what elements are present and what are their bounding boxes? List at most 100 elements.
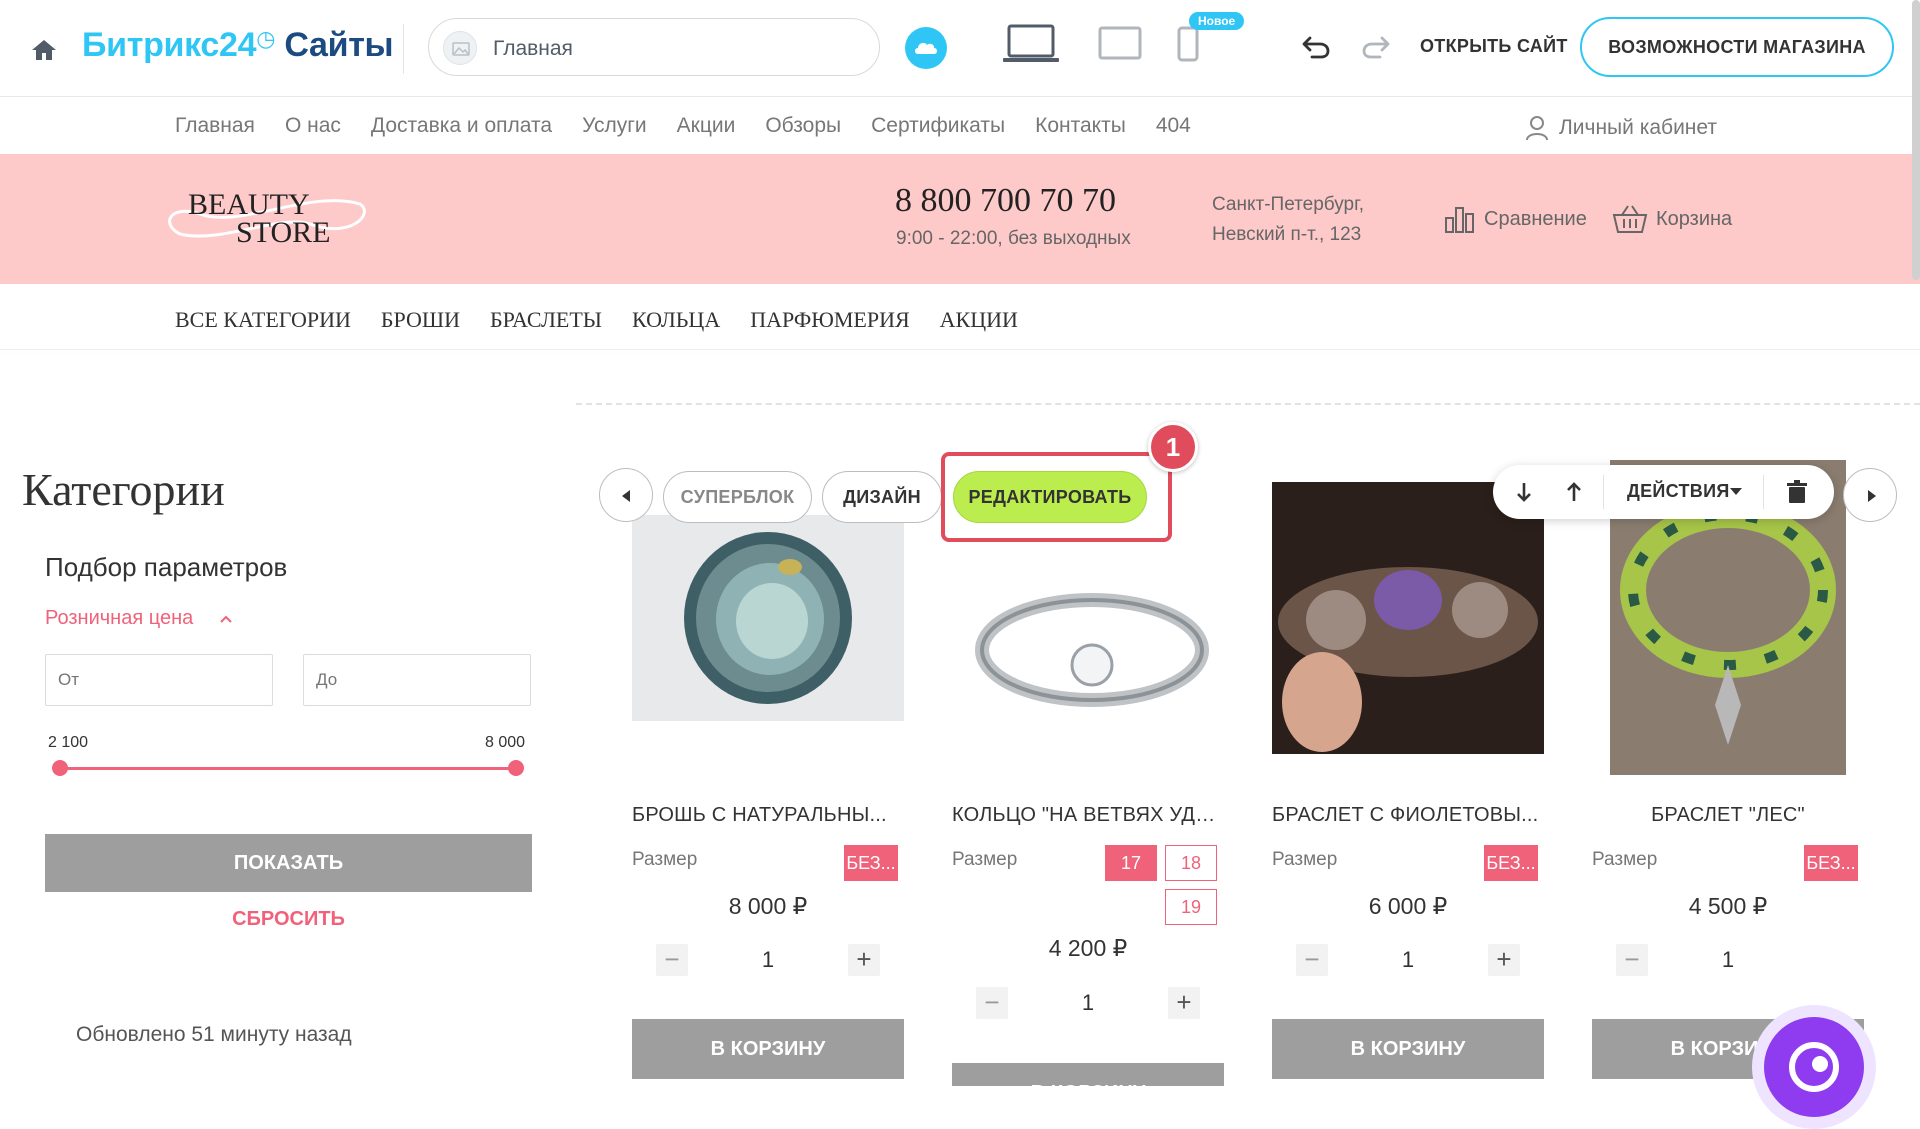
size-chip[interactable]: 19 (1165, 889, 1217, 925)
bar-chart-icon (1445, 207, 1474, 233)
phone-icon[interactable] (1177, 26, 1199, 62)
top-nav-item[interactable]: Акции (677, 114, 736, 144)
product-name[interactable]: КОЛЬЦО "НА ВЕТВЯХ УДА... (952, 804, 1224, 827)
shop-features-button[interactable]: ВОЗМОЖНОСТИ МАГАЗИНА (1580, 17, 1894, 77)
chevron-up-icon[interactable] (218, 613, 234, 625)
product-image-ring[interactable] (952, 515, 1224, 765)
cloud-icon[interactable] (905, 27, 947, 69)
cart-link[interactable]: Корзина (1612, 204, 1732, 234)
undo-icon[interactable] (1300, 30, 1332, 62)
top-nav-item[interactable]: Главная (175, 114, 255, 144)
brand-logo[interactable]: Битрикс24◷ Сайты (82, 26, 394, 65)
actions-menu-button[interactable]: ДЕЙСТВИЯ (1627, 481, 1730, 502)
actions-divider (1763, 475, 1764, 509)
compare-link[interactable]: Сравнение (1444, 204, 1587, 234)
product-price: 6 000 ₽ (1368, 893, 1448, 919)
qty-minus-button[interactable]: − (1616, 944, 1648, 976)
laptop-icon[interactable] (1002, 24, 1060, 64)
updated-status: Обновлено 51 минуту назад (76, 1023, 352, 1046)
size-chip[interactable]: 17 (1105, 845, 1157, 881)
qty-minus-button[interactable]: − (976, 987, 1008, 1019)
next-block-button[interactable] (1843, 468, 1897, 522)
store-logo[interactable]: BEAUTY STORE (160, 184, 370, 254)
category-nav-item[interactable]: БРОШИ (381, 307, 460, 333)
size-chip[interactable]: БЕЗ... (844, 845, 898, 881)
arrow-up-icon[interactable] (1561, 479, 1587, 505)
top-nav-item[interactable]: Контакты (1035, 114, 1126, 144)
qty-value[interactable]: 1 (1378, 947, 1438, 973)
user-icon (1526, 116, 1548, 141)
product-name[interactable]: БРАСЛЕТ С ФИОЛЕТОВЫ... (1272, 804, 1544, 827)
add-to-cart-button[interactable]: В КОРЗИНУ (1272, 1019, 1544, 1079)
page-thumbnail-icon (443, 31, 477, 65)
size-chip[interactable]: 18 (1165, 845, 1217, 881)
tablet-icon[interactable] (1098, 26, 1142, 60)
trash-icon[interactable] (1785, 479, 1809, 505)
caret-left-icon (622, 490, 630, 502)
categories-title: Категории (22, 464, 225, 515)
qty-value[interactable]: 1 (1698, 947, 1758, 973)
qty-minus-button[interactable]: − (1296, 944, 1328, 976)
edit-button[interactable]: РЕДАКТИРОВАТЬ (953, 471, 1147, 523)
product-image-brooch[interactable] (632, 515, 904, 721)
page-selector-label: Главная (493, 37, 573, 60)
add-to-cart-button[interactable]: В КОРЗИНУ (632, 1019, 904, 1079)
block-boundary (576, 403, 1920, 405)
store-phone[interactable]: 8 800 700 70 70 (895, 182, 1116, 220)
show-button[interactable]: ПОКАЗАТЬ (45, 834, 532, 892)
builder-toolbar: Битрикс24◷ Сайты Главная Новое ОТКРЫТЬ С… (0, 0, 1920, 97)
qty-plus-button[interactable]: + (1488, 944, 1520, 976)
address-line: Санкт-Петербург, (1212, 194, 1364, 215)
qty-value[interactable]: 1 (738, 947, 798, 973)
size-chip[interactable]: БЕЗ... (1484, 845, 1538, 881)
price-filter-label[interactable]: Розничная цена (45, 607, 193, 630)
caret-down-icon[interactable] (1729, 487, 1743, 497)
home-icon[interactable] (30, 38, 58, 62)
category-nav-item[interactable]: БРАСЛЕТЫ (490, 307, 602, 333)
site-preview: Главная О нас Доставка и оплата Услуги А… (0, 97, 1920, 1129)
redo-icon[interactable] (1360, 30, 1392, 62)
top-nav-item[interactable]: Доставка и оплата (371, 114, 552, 144)
category-nav-item[interactable]: ПАРФЮМЕРИЯ (750, 307, 909, 333)
account-link[interactable]: Личный кабинет (1525, 113, 1717, 143)
page-scrollbar[interactable] (1912, 0, 1920, 280)
prev-block-button[interactable] (599, 468, 653, 522)
category-nav-item[interactable]: АКЦИИ (940, 307, 1018, 333)
page-selector[interactable]: Главная (428, 18, 880, 76)
open-site-link[interactable]: ОТКРЫТЬ САЙТ (1420, 36, 1568, 57)
step-badge: 1 (1148, 422, 1198, 472)
size-label: Размер (952, 849, 1018, 870)
qty-minus-button[interactable]: − (656, 944, 688, 976)
range-handle-max[interactable] (508, 760, 524, 776)
product-name[interactable]: БРАСЛЕТ "ЛЕС" (1592, 804, 1864, 827)
price-from-input[interactable] (45, 654, 273, 706)
category-nav: ВСЕ КАТЕГОРИИ БРОШИ БРАСЛЕТЫ КОЛЬЦА ПАРФ… (175, 307, 1018, 333)
add-to-cart-button[interactable]: В КОРЗИНУ (952, 1063, 1224, 1086)
arrow-down-icon[interactable] (1511, 479, 1537, 505)
top-nav-item[interactable]: О нас (285, 114, 341, 144)
price-range-track[interactable] (60, 767, 516, 770)
product-image-bracelet-violet[interactable] (1272, 482, 1544, 754)
range-max-value: 8 000 (485, 734, 526, 751)
product-name[interactable]: БРОШЬ С НАТУРАЛЬНЫ... (632, 804, 904, 827)
price-to-input[interactable] (303, 654, 531, 706)
assistant-bubble[interactable] (1752, 1005, 1876, 1129)
product-price: 4 200 ₽ (1048, 935, 1128, 961)
account-label: Личный кабинет (1559, 116, 1717, 139)
size-chip[interactable]: БЕЗ... (1804, 845, 1858, 881)
reset-button[interactable]: СБРОСИТЬ (45, 908, 532, 931)
top-nav-item[interactable]: 404 (1156, 114, 1191, 144)
top-nav-item[interactable]: Обзоры (765, 114, 841, 144)
toolbar-separator (403, 24, 404, 74)
design-button[interactable]: ДИЗАЙН (822, 471, 942, 523)
qty-plus-button[interactable]: + (1168, 987, 1200, 1019)
store-header: BEAUTY STORE 8 800 700 70 70 9:00 - 22:0… (0, 154, 1920, 284)
range-handle-min[interactable] (52, 760, 68, 776)
top-nav-item[interactable]: Сертификаты (871, 114, 1005, 144)
qty-value[interactable]: 1 (1058, 990, 1118, 1016)
qty-plus-button[interactable]: + (848, 944, 880, 976)
top-nav-item[interactable]: Услуги (582, 114, 647, 144)
category-nav-item[interactable]: КОЛЬЦА (632, 307, 720, 333)
category-nav-item[interactable]: ВСЕ КАТЕГОРИИ (175, 307, 351, 333)
superblock-button[interactable]: СУПЕРБЛОК (663, 471, 812, 523)
